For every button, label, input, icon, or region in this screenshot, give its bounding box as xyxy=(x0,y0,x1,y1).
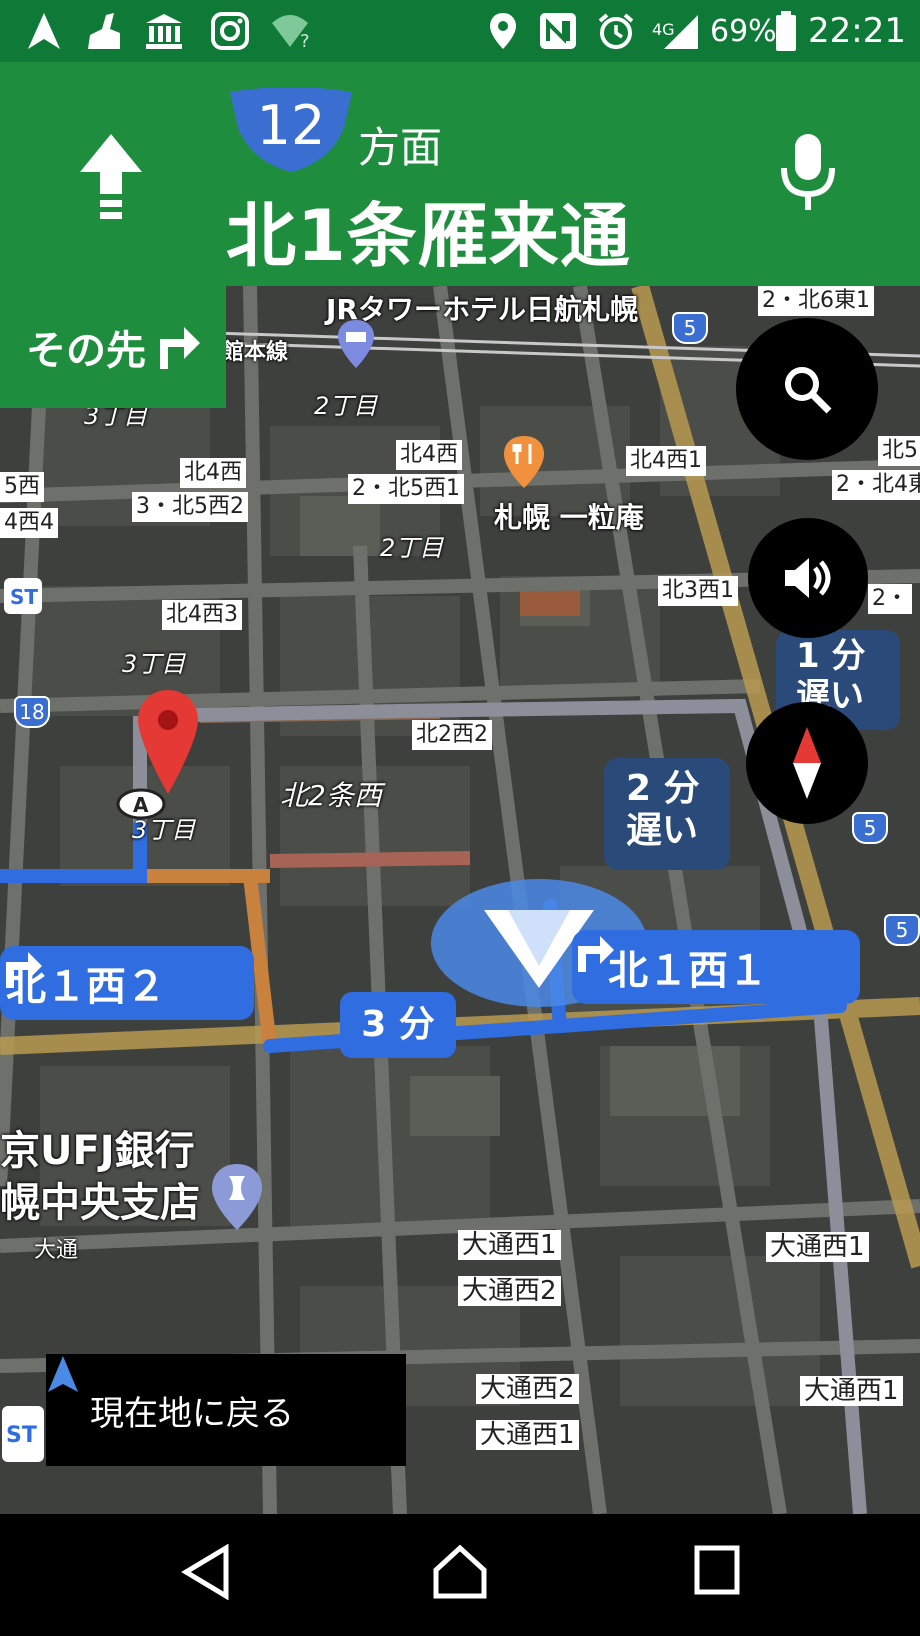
battery-percent: 69% xyxy=(710,13,777,49)
straight-arrow-icon xyxy=(78,132,144,228)
navigation-icon xyxy=(26,8,62,54)
alarm-icon xyxy=(596,8,636,54)
battery-icon xyxy=(774,8,798,54)
map-view[interactable]: JRタワーホテル日航札幌 館本線 札幌 一粒庵 京UFJ銀行 幌中央支店 北2条… xyxy=(0,286,920,1514)
intersection-label: 2・北6東1 xyxy=(758,286,874,316)
direction-label: 方面 xyxy=(358,123,443,172)
intersection-label: 大通西1 xyxy=(800,1376,903,1406)
recenter-button[interactable]: 現在地に戻る xyxy=(46,1354,406,1466)
nfc-icon xyxy=(538,8,578,54)
area-label: 大通 xyxy=(34,1238,79,1263)
status-bar: ? 4G 69% 22:21 xyxy=(0,0,920,62)
delay-minutes: 1 分 xyxy=(796,636,866,676)
intersection-label: 北4西 xyxy=(180,458,246,488)
turn-tag-right: 北１西１ xyxy=(572,930,860,1004)
svg-text:?: ? xyxy=(300,31,310,51)
bank-icon xyxy=(144,8,184,54)
delay-minutes: 2 分 xyxy=(626,768,700,809)
highway-shield: 5 xyxy=(852,812,888,844)
search-button[interactable] xyxy=(736,318,878,460)
turn-right-icon xyxy=(160,327,200,369)
system-navigation-bar xyxy=(0,1514,920,1636)
intersection-label: 5西 xyxy=(0,472,44,502)
navigation-arrow-icon xyxy=(48,1356,78,1392)
chome-label: 3丁目 xyxy=(122,650,186,678)
broom-icon xyxy=(84,8,124,54)
intersection-label: 北5 xyxy=(878,436,920,466)
then-label: その先 xyxy=(26,328,146,374)
eta-tag[interactable]: 3 分 xyxy=(340,992,456,1058)
intersection-label: 大通西1 xyxy=(476,1420,579,1450)
highway-shield: 18 xyxy=(14,696,50,728)
compass-button[interactable] xyxy=(746,702,868,824)
district-label: 北2条西 xyxy=(280,779,382,812)
wifi-unknown-icon: ? xyxy=(270,8,314,54)
navigation-header: 12 方面 北1条雁来通 xyxy=(0,62,920,286)
location-pin-icon xyxy=(488,8,518,54)
intersection-label: 北3西1 xyxy=(658,576,738,606)
microphone-icon[interactable] xyxy=(778,132,838,218)
intersection-label: 大通西2 xyxy=(476,1374,579,1404)
delay-label: 遅い xyxy=(626,810,699,851)
recenter-label: 現在地に戻る xyxy=(90,1393,294,1434)
turn-tag-left: 北１西２ xyxy=(0,946,254,1020)
intersection-label: 北4西3 xyxy=(162,600,242,630)
bank-label-line1[interactable]: 京UFJ銀行 xyxy=(0,1118,195,1176)
chome-label: 2丁目 xyxy=(314,392,378,420)
intersection-label: 2・ xyxy=(868,584,912,614)
street-name: 北1条雁来通 xyxy=(226,195,631,277)
intersection-label: 大通西2 xyxy=(458,1276,561,1306)
intersection-label: 大通西1 xyxy=(458,1230,561,1260)
turn-right-icon xyxy=(578,936,614,972)
compass-icon xyxy=(793,727,821,799)
signal-icon xyxy=(660,8,700,54)
svg-text:A: A xyxy=(133,793,149,817)
delay-callout[interactable]: 2 分遅い xyxy=(604,758,730,870)
intersection-label: 北4西 xyxy=(396,440,462,470)
highway-shield: 5 xyxy=(672,312,708,344)
intersection-label: 3・北5西2 xyxy=(132,492,248,522)
route-shield: 12 xyxy=(226,88,356,172)
home-icon[interactable] xyxy=(432,1544,488,1604)
intersection-label: 4西4 xyxy=(0,508,58,538)
restaurant-label[interactable]: 札幌 一粒庵 xyxy=(494,496,644,536)
intersection-label: 北2西2 xyxy=(412,720,492,750)
bank-label-line2[interactable]: 幌中央支店 xyxy=(0,1170,200,1228)
then-panel: その先 xyxy=(0,286,226,408)
svg-text:ST: ST xyxy=(10,585,38,609)
intersection-label: 大通西1 xyxy=(766,1232,869,1262)
chome-label: 2丁目 xyxy=(380,534,444,562)
intersection-label: 2・北5西1 xyxy=(348,474,464,504)
intersection-label: 2・北4東 xyxy=(832,470,920,500)
instagram-icon xyxy=(210,8,250,54)
rail-line-label: 館本線 xyxy=(222,340,289,365)
search-icon xyxy=(785,367,832,414)
sound-button[interactable] xyxy=(748,518,868,638)
route-number: 12 xyxy=(256,94,326,157)
clock: 22:21 xyxy=(808,11,906,51)
highway-shield: 5 xyxy=(884,914,920,946)
recents-icon[interactable] xyxy=(694,1544,740,1600)
volume-icon xyxy=(785,558,831,598)
svg-text:ST: ST xyxy=(6,1423,37,1448)
back-icon[interactable] xyxy=(180,1543,232,1604)
turn-tag-label: 北１西１ xyxy=(608,948,768,994)
turn-right-icon xyxy=(6,952,42,988)
intersection-label: 北4西1 xyxy=(626,446,706,476)
